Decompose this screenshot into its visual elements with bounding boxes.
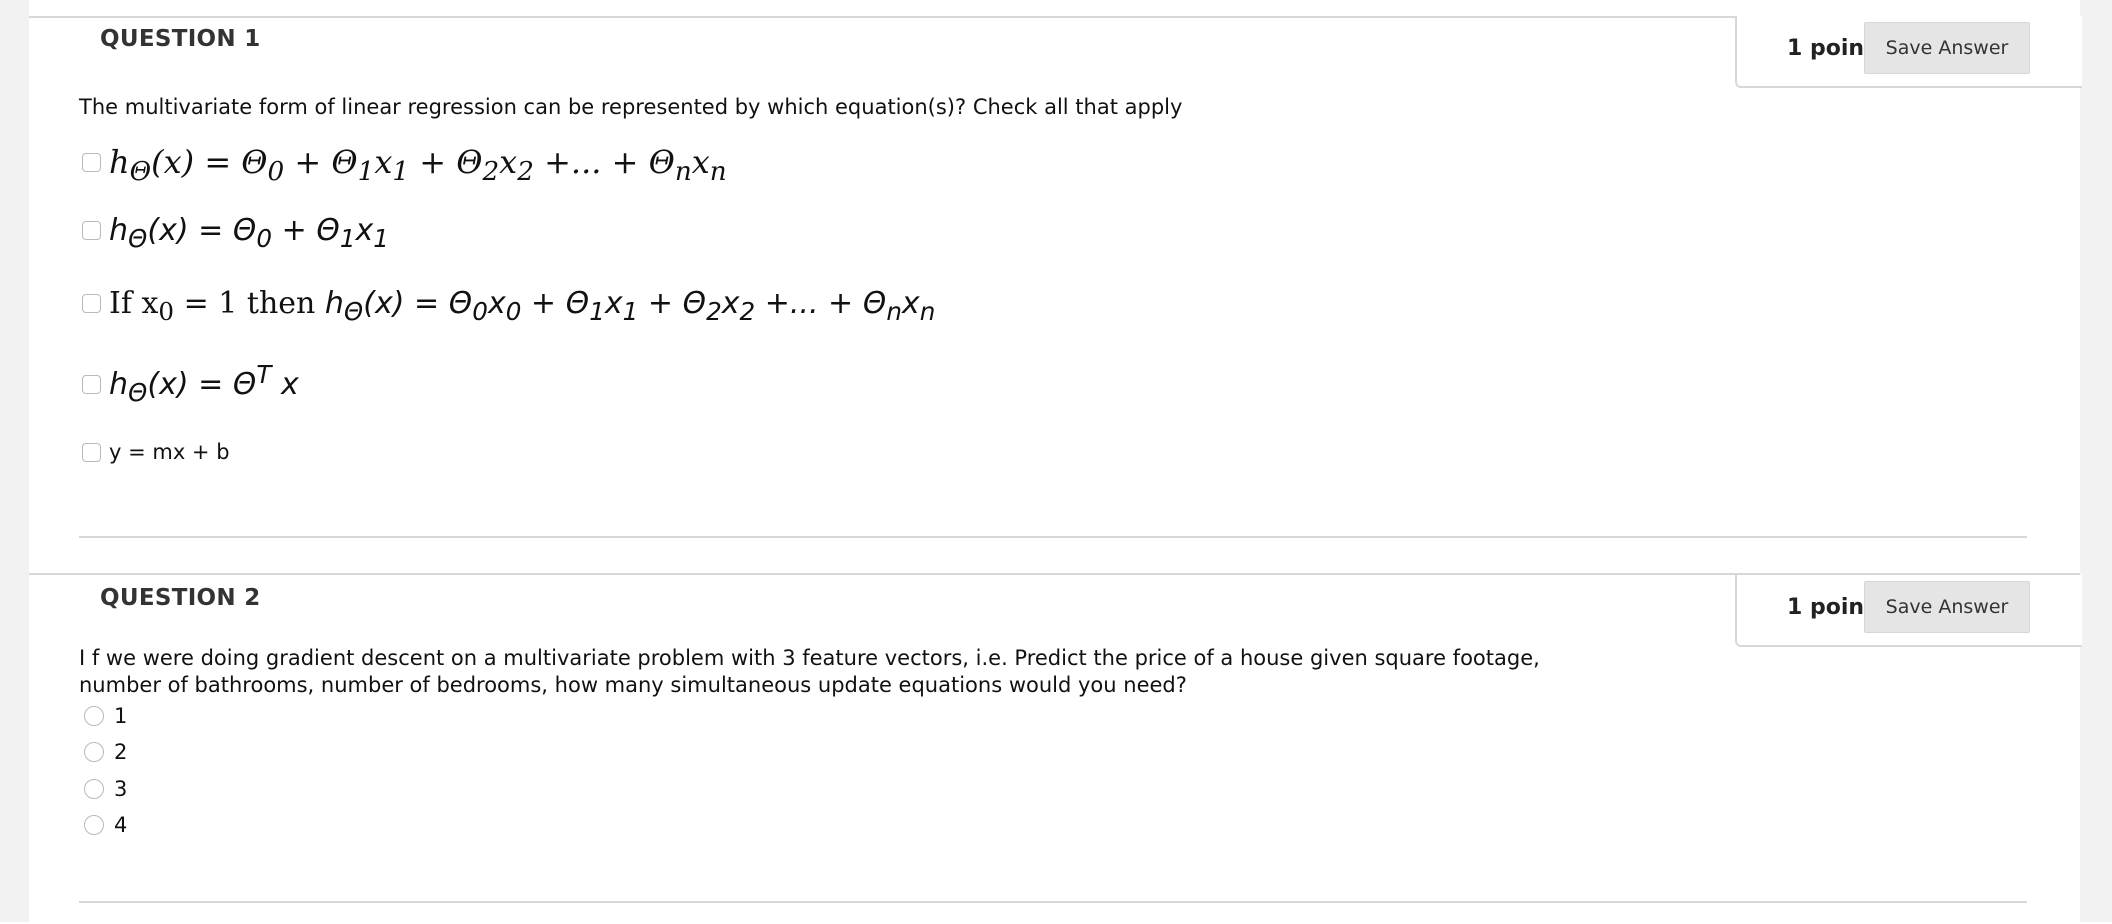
question-2-option-3[interactable]: 3 xyxy=(84,777,127,801)
option-a-checkbox[interactable] xyxy=(82,152,101,172)
option-d-equation: hΘ(x) = ΘT x xyxy=(109,359,299,407)
option-3-label: 3 xyxy=(114,777,128,801)
left-page-margin xyxy=(0,0,29,922)
option-b-equation: hΘ(x) = Θ0 + Θ1x1 xyxy=(109,213,389,253)
question-2-points-panel: 1 points Save Answer xyxy=(1735,575,2082,647)
option-1-radio[interactable] xyxy=(84,706,104,726)
question-1-block: QUESTION 1 1 points Save Answer The mult… xyxy=(29,16,2082,573)
option-1-label: 1 xyxy=(114,704,128,728)
option-a-equation: hΘ(x) = Θ0 + Θ1x1 + Θ2x2 +... + Θnxn xyxy=(109,143,727,188)
question-2-option-2[interactable]: 2 xyxy=(84,740,127,764)
option-2-radio[interactable] xyxy=(84,742,104,762)
option-d-checkbox[interactable] xyxy=(82,375,101,394)
question-1-prompt: The multivariate form of linear regressi… xyxy=(79,95,1183,119)
question-1-option-c[interactable]: If x0 = 1 then hΘ(x) = Θ0x0 + Θ1x1 + Θ2x… xyxy=(82,286,936,326)
option-2-label: 2 xyxy=(114,740,128,764)
option-e-label: y = mx + b xyxy=(109,440,230,464)
option-3-radio[interactable] xyxy=(84,779,104,799)
question-1-option-e[interactable]: y = mx + b xyxy=(82,440,230,464)
question-1-title: QUESTION 1 xyxy=(100,26,261,52)
question-1-points-panel: 1 points Save Answer xyxy=(1735,16,2082,88)
question-1-option-d[interactable]: hΘ(x) = ΘT x xyxy=(82,359,299,407)
option-4-label: 4 xyxy=(114,813,128,837)
question-1-save-answer-button[interactable]: Save Answer xyxy=(1864,22,2030,74)
question-1-option-a[interactable]: hΘ(x) = Θ0 + Θ1x1 + Θ2x2 +... + Θnxn xyxy=(82,143,727,188)
question-2-divider xyxy=(79,901,2027,903)
question-2-prompt: I f we were doing gradient descent on a … xyxy=(79,646,1540,697)
question-2-save-answer-button[interactable]: Save Answer xyxy=(1864,581,2030,633)
option-e-checkbox[interactable] xyxy=(82,442,101,462)
question-2-option-4[interactable]: 4 xyxy=(84,813,127,837)
option-b-checkbox[interactable] xyxy=(82,221,101,240)
option-c-checkbox[interactable] xyxy=(82,294,101,313)
question-1-divider xyxy=(79,536,2027,538)
option-c-equation: If x0 = 1 then hΘ(x) = Θ0x0 + Θ1x1 + Θ2x… xyxy=(109,286,936,326)
question-2-title: QUESTION 2 xyxy=(100,585,261,611)
option-4-radio[interactable] xyxy=(84,815,104,835)
question-1-option-b[interactable]: hΘ(x) = Θ0 + Θ1x1 xyxy=(82,213,389,253)
question-2-option-1[interactable]: 1 xyxy=(84,704,127,728)
right-page-margin xyxy=(2080,0,2112,922)
question-2-block: QUESTION 2 1 points Save Answer I f we w… xyxy=(29,573,2082,924)
